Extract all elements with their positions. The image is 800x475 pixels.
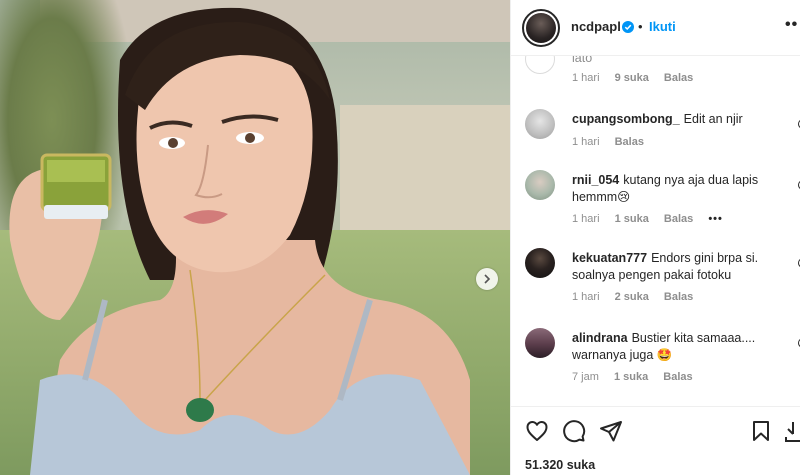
model-figure (9, 7, 470, 475)
comment-time: 1 hari (572, 72, 600, 84)
comment-body: lato (572, 56, 593, 65)
heart-icon[interactable] (525, 419, 549, 443)
comment-username[interactable]: kekuatan777 (572, 251, 647, 265)
comment-text: kekuatan777 Endors gini brpa si. soalnya … (572, 250, 787, 284)
comment-text: alindrana Bustier kita samaaa.... warnany… (572, 330, 787, 364)
author-username[interactable]: ncdpapl (571, 19, 621, 34)
reply-button[interactable]: Balas (615, 136, 644, 148)
comment-meta: 7 jam 1 suka Balas (572, 371, 705, 383)
comment-more-button[interactable]: ••• (708, 213, 723, 225)
comment-likes[interactable]: 1 suka (615, 213, 649, 225)
commenter-avatar[interactable] (525, 56, 555, 74)
author-avatar[interactable] (522, 9, 560, 47)
commenter-avatar[interactable] (525, 248, 555, 278)
reply-button[interactable]: Balas (664, 291, 693, 303)
download-icon[interactable] (785, 419, 800, 443)
commenter-avatar[interactable] (525, 170, 555, 200)
comment-time: 1 hari (572, 136, 600, 148)
comment-bubble-icon[interactable] (562, 419, 586, 443)
comment-text: lato (572, 56, 787, 67)
comment-meta: 1 hari 9 suka Balas (572, 72, 705, 84)
more-options-button[interactable]: •• (785, 16, 798, 34)
comment-text: cupangsombong_ Edit an njir (572, 111, 787, 128)
comment-meta: 1 hari 1 suka Balas ••• (572, 213, 735, 225)
likes-suffix: suka (566, 458, 596, 472)
comment-username[interactable]: rnii_054 (572, 173, 619, 187)
likes-count[interactable]: 51.320 suka (525, 458, 595, 472)
reply-button[interactable]: Balas (664, 213, 693, 225)
reply-button[interactable]: Balas (664, 72, 693, 84)
post-side-panel: ncdpapl • Ikuti •• lato 1 hari 9 suka Ba… (510, 0, 800, 475)
verified-badge-icon (622, 21, 634, 33)
post-photo[interactable] (0, 0, 510, 475)
comment-likes[interactable]: 2 suka (615, 291, 649, 303)
comments-list[interactable]: lato 1 hari 9 suka Balas cupangsombong_ E… (511, 56, 800, 406)
comment-body: Edit an njir (683, 112, 743, 126)
bookmark-icon[interactable] (749, 419, 773, 443)
comment-time: 7 jam (572, 371, 599, 383)
commenter-avatar[interactable] (525, 328, 555, 358)
post-actions-bar (511, 406, 800, 454)
author-avatar-image (526, 13, 556, 43)
likes-number: 51.320 (525, 458, 564, 472)
comment-text: rnii_054 kutang nya aja dua lapis hemmm😢 (572, 172, 787, 206)
comment-meta: 1 hari 2 suka Balas (572, 291, 705, 303)
paper-plane-icon[interactable] (599, 419, 623, 443)
header-separator: • (638, 19, 643, 34)
commenter-avatar[interactable] (525, 109, 555, 139)
follow-button[interactable]: Ikuti (649, 19, 676, 34)
next-image-button[interactable] (476, 268, 498, 290)
comment-likes[interactable]: 9 suka (615, 72, 649, 84)
comment-time: 1 hari (572, 291, 600, 303)
comment-username[interactable]: alindrana (572, 331, 628, 345)
comment-likes[interactable]: 1 suka (614, 371, 648, 383)
post-header: ncdpapl • Ikuti •• (511, 0, 800, 56)
comment-time: 1 hari (572, 213, 600, 225)
comment-username[interactable]: cupangsombong_ (572, 112, 680, 126)
chevron-right-icon (484, 274, 491, 284)
comment-meta: 1 hari Balas (572, 136, 656, 148)
reply-button[interactable]: Balas (663, 371, 692, 383)
